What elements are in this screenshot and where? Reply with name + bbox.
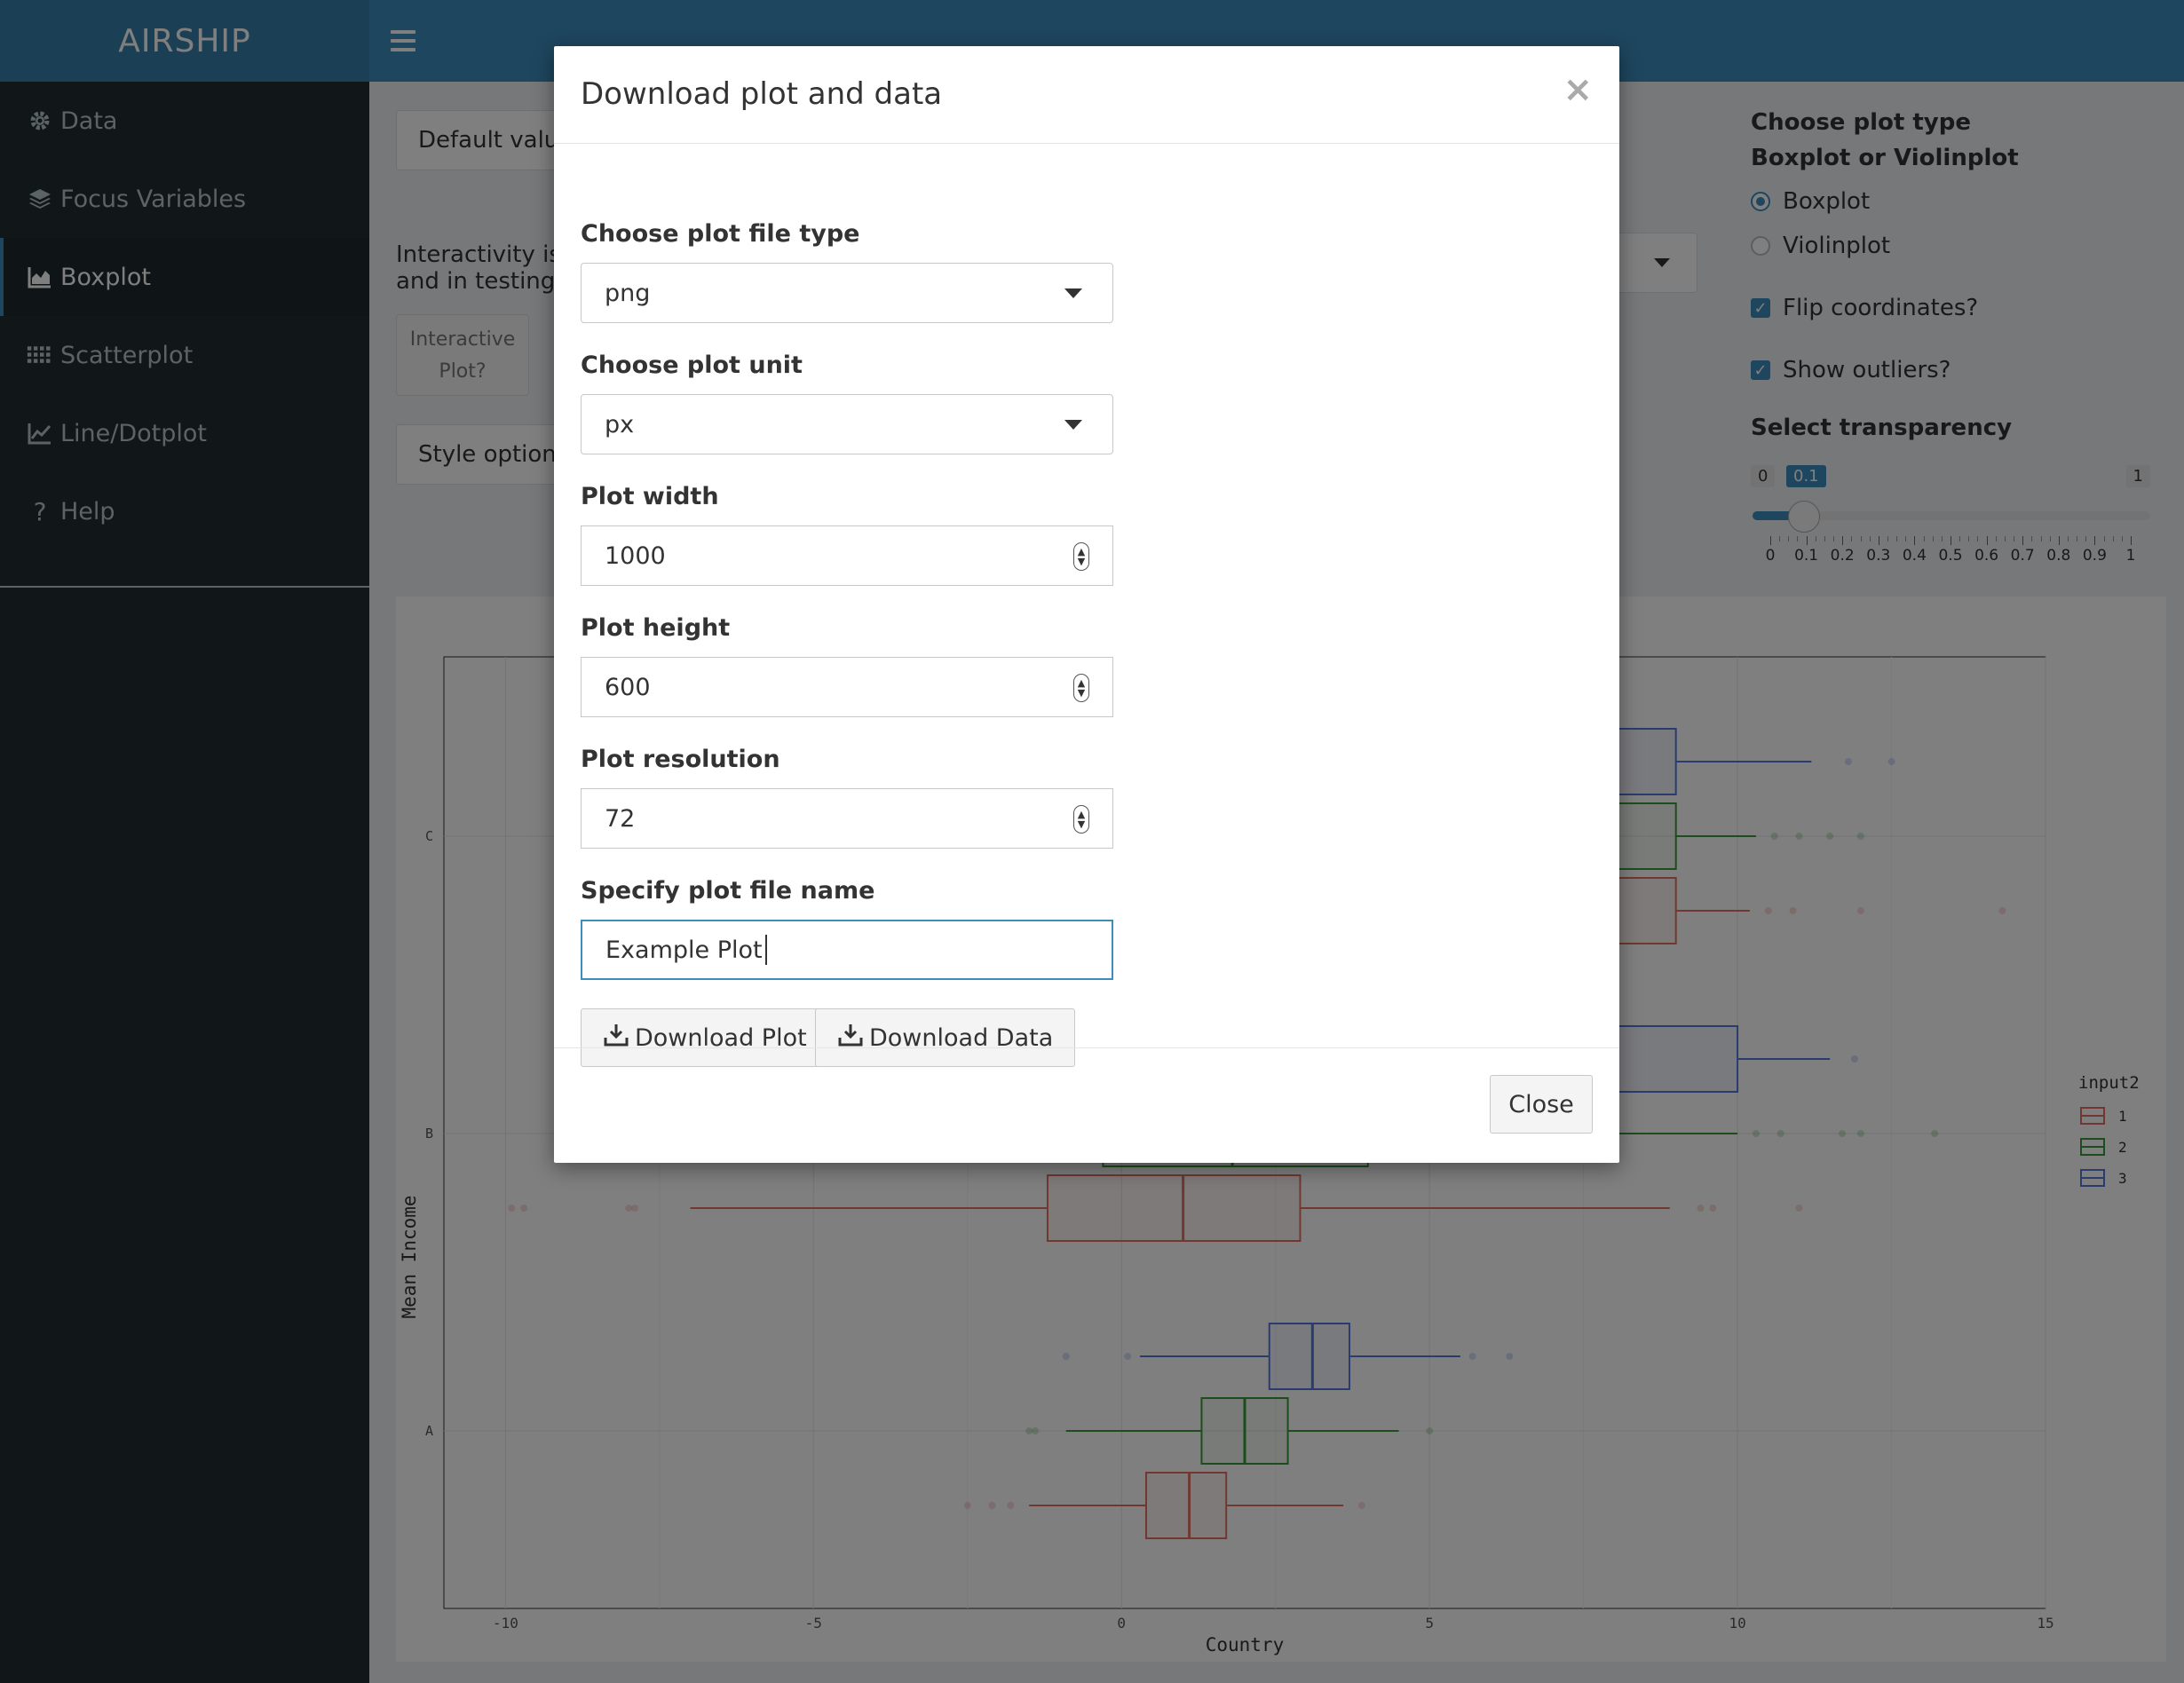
close-button[interactable]: Close (1490, 1075, 1593, 1134)
file-type-label: Choose plot file type (581, 220, 860, 248)
height-input[interactable]: 600 ▲ ▼ (581, 657, 1113, 717)
file-type-select[interactable]: png (581, 263, 1113, 323)
file-name-label: Specify plot file name (581, 877, 875, 905)
file-name-input[interactable]: Example Plot (581, 920, 1113, 980)
chevron-down-icon (1064, 288, 1082, 298)
width-label: Plot width (581, 483, 719, 510)
spinner-icon[interactable]: ▲ ▼ (1073, 805, 1089, 834)
height-label: Plot height (581, 614, 731, 642)
close-icon[interactable]: × (1563, 69, 1593, 110)
modal-title: Download plot and data (581, 76, 943, 112)
file-type-value: png (605, 279, 651, 307)
width-value: 1000 (605, 541, 666, 570)
chevron-down-icon (1064, 420, 1082, 430)
resolution-label: Plot resolution (581, 746, 780, 773)
modal-footer: Close (554, 1047, 1619, 1163)
height-value: 600 (605, 673, 651, 701)
unit-value: px (605, 410, 635, 439)
width-input[interactable]: 1000 ▲ ▼ (581, 525, 1113, 586)
spinner-icon[interactable]: ▲ ▼ (1073, 542, 1089, 571)
unit-label: Choose plot unit (581, 352, 803, 379)
resolution-input[interactable]: 72 ▲ ▼ (581, 788, 1113, 849)
close-button-label: Close (1508, 1090, 1574, 1118)
modal-header: Download plot and data × (554, 46, 1619, 144)
resolution-value: 72 (605, 804, 636, 833)
text-cursor (764, 935, 767, 965)
unit-select[interactable]: px (581, 394, 1113, 454)
download-modal: Download plot and data × Choose plot fil… (554, 46, 1619, 1163)
spinner-icon[interactable]: ▲ ▼ (1073, 674, 1089, 702)
file-name-value: Example Plot (605, 936, 763, 964)
